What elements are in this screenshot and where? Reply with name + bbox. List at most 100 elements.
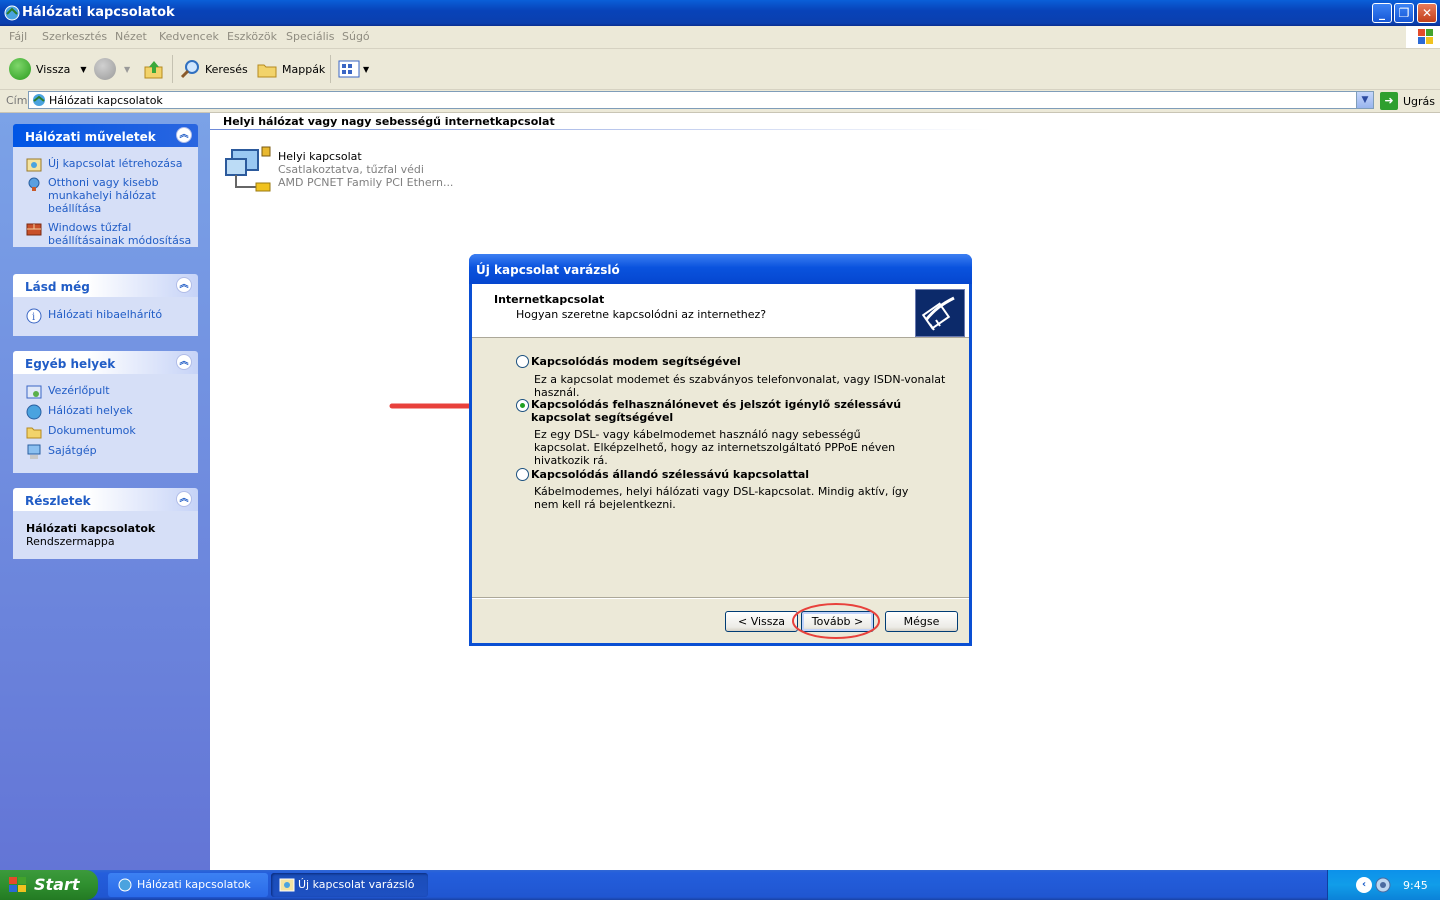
- maximize-button[interactable]: ❐: [1394, 3, 1414, 23]
- back-button[interactable]: Vissza ▼: [9, 57, 86, 81]
- back-arrow-icon: [9, 58, 31, 80]
- control-panel-icon: [26, 385, 42, 399]
- network-places-link[interactable]: Hálózati helyek: [13, 404, 198, 420]
- menu-advanced[interactable]: Speciális: [286, 30, 334, 43]
- chevron-down-icon[interactable]: ▼: [80, 65, 86, 74]
- option-modem-label[interactable]: Kapcsolódás modem segítségével: [531, 355, 741, 368]
- connection-device: AMD PCNET Family PCI Ethern...: [278, 176, 454, 189]
- details-panel: Részletek ︽ Hálózati kapcsolatok Rendsze…: [13, 488, 198, 559]
- close-button[interactable]: ✕: [1417, 3, 1437, 23]
- see-also-header[interactable]: Lásd még ︽: [13, 274, 198, 297]
- annotation-highlight-ellipse: [792, 603, 880, 639]
- firewall-settings-link[interactable]: Windows tűzfal beállításainak módosítása: [13, 221, 198, 247]
- network-places-icon: [26, 404, 42, 420]
- back-button[interactable]: < Vissza: [725, 611, 798, 632]
- radio-modem[interactable]: [516, 355, 529, 368]
- folders-button[interactable]: Mappák: [256, 57, 325, 81]
- collapse-chevron-icon[interactable]: ︽: [176, 127, 192, 143]
- task-pane: Hálózati műveletek ︽ Új kapcsolat létreh…: [0, 113, 210, 870]
- collapse-chevron-icon[interactable]: ︽: [176, 277, 192, 293]
- details-header[interactable]: Részletek ︽: [13, 488, 198, 511]
- connection-status: Csatlakoztatva, tűzfal védi: [278, 163, 424, 176]
- window-title: Hálózati kapcsolatok: [22, 5, 175, 20]
- details-name: Hálózati kapcsolatok: [26, 522, 156, 535]
- clock: 9:45: [1403, 879, 1428, 892]
- wizard-icon: [279, 878, 295, 892]
- task-new-connection-wizard[interactable]: Új kapcsolat varázsló: [271, 873, 428, 897]
- local-connection-item[interactable]: Helyi kapcsolat Csatlakoztatva, tűzfal v…: [224, 145, 454, 193]
- chevron-down-icon[interactable]: ▼: [363, 65, 369, 74]
- search-button[interactable]: Keresés: [179, 57, 248, 81]
- menu-help[interactable]: Súgó: [342, 30, 370, 43]
- option-always-on-desc: Kábelmodemes, helyi hálózati vagy DSL-ka…: [534, 485, 909, 511]
- new-connection-wizard-dialog: Új kapcsolat varázsló Internetkapcsolat …: [469, 254, 972, 646]
- group-header: Helyi hálózat vagy nagy sebességű intern…: [223, 115, 555, 128]
- dialog-title-bar[interactable]: Új kapcsolat varázsló: [469, 254, 972, 284]
- address-label: Cím: [6, 94, 28, 107]
- documents-link[interactable]: Dokumentumok: [13, 424, 198, 439]
- address-value: Hálózati kapcsolatok: [49, 94, 163, 107]
- radio-broadband-login[interactable]: [516, 399, 529, 412]
- network-tasks-header[interactable]: Hálózati műveletek ︽: [13, 124, 198, 147]
- system-tray: ‹ 9:45: [1327, 870, 1440, 900]
- start-button[interactable]: Start: [0, 870, 98, 900]
- network-tray-icon[interactable]: [1374, 876, 1392, 894]
- network-troubleshooter-link[interactable]: i Hálózati hibaelhárító: [13, 308, 198, 324]
- toolbar: Vissza ▼ ▼ Keresés Mappák ▼: [0, 49, 1440, 90]
- new-connection-link[interactable]: Új kapcsolat létrehozása: [13, 157, 198, 172]
- wizard-heading: Internetkapcsolat: [494, 293, 605, 306]
- menu-edit[interactable]: Szerkesztés: [42, 30, 107, 43]
- menu-file[interactable]: Fájl: [9, 30, 27, 43]
- wizard-subheading: Hogyan szeretne kapcsolódni az interneth…: [516, 308, 767, 321]
- windows-flag-icon: [9, 877, 26, 892]
- address-input[interactable]: Hálózati kapcsolatok ▼: [28, 91, 1374, 109]
- task-network-connections[interactable]: Hálózati kapcsolatok: [108, 873, 268, 897]
- home-network-setup-link[interactable]: Otthoni vagy kisebb munkahelyi hálózat b…: [13, 176, 198, 215]
- dialog-title: Új kapcsolat varázsló: [476, 263, 620, 277]
- wizard-header: Internetkapcsolat Hogyan szeretne kapcso…: [472, 284, 969, 338]
- dialog-body: Internetkapcsolat Hogyan szeretne kapcso…: [472, 284, 969, 643]
- option-always-on-label[interactable]: Kapcsolódás állandó szélessávú kapcsolat…: [531, 468, 809, 481]
- info-icon: i: [26, 308, 42, 324]
- option-broadband-login-label[interactable]: Kapcsolódás felhasználónevet és jelszót …: [531, 398, 911, 424]
- tray-expand-icon[interactable]: ‹: [1356, 877, 1372, 893]
- search-icon: [180, 60, 199, 79]
- option-modem-desc: Ez a kapcsolat modemet és szabványos tel…: [534, 373, 946, 399]
- network-tasks-panel: Hálózati műveletek ︽ Új kapcsolat létreh…: [13, 124, 198, 247]
- taskbar: Start Hálózati kapcsolatok Új kapcsolat …: [0, 870, 1440, 900]
- forward-button[interactable]: ▼: [94, 57, 130, 81]
- cancel-button[interactable]: Mégse: [885, 611, 958, 632]
- go-button[interactable]: ➜ Ugrás: [1380, 91, 1435, 111]
- folder-up-icon: [144, 61, 163, 79]
- svg-text:i: i: [32, 312, 35, 323]
- windows-logo-icon: [1406, 26, 1440, 48]
- menu-tools[interactable]: Eszközök: [227, 30, 277, 43]
- network-connections-icon: [4, 5, 20, 21]
- network-computer-icon: [225, 146, 271, 192]
- forward-arrow-icon: [94, 58, 116, 80]
- home-network-icon: [28, 177, 40, 191]
- network-connections-icon: [118, 878, 132, 892]
- radio-always-on[interactable]: [516, 468, 529, 481]
- up-folder-button[interactable]: [143, 57, 165, 81]
- collapse-chevron-icon[interactable]: ︽: [176, 491, 192, 507]
- group-divider: [210, 129, 990, 130]
- collapse-chevron-icon[interactable]: ︽: [176, 354, 192, 370]
- views-button[interactable]: ▼: [337, 57, 369, 81]
- window-title-bar[interactable]: Hálózati kapcsolatok _ ❐ ✕: [0, 0, 1440, 26]
- other-places-panel: Egyéb helyek ︽ Vezérlőpult Hálózati hely…: [13, 351, 198, 473]
- documents-folder-icon: [26, 427, 42, 439]
- control-panel-link[interactable]: Vezérlőpult: [13, 384, 198, 399]
- folder-icon: [257, 64, 277, 78]
- my-computer-link[interactable]: Sajátgép: [13, 444, 198, 459]
- computer-icon: [27, 444, 41, 459]
- network-connections-icon: [33, 94, 45, 106]
- network-cable-icon: [915, 289, 965, 337]
- menu-view[interactable]: Nézet: [115, 30, 147, 43]
- go-arrow-icon: ➜: [1380, 92, 1398, 110]
- address-dropdown-button[interactable]: ▼: [1356, 92, 1373, 108]
- menu-favorites[interactable]: Kedvencek: [159, 30, 219, 43]
- other-places-header[interactable]: Egyéb helyek ︽: [13, 351, 198, 374]
- minimize-button[interactable]: _: [1372, 3, 1392, 23]
- views-icon: [338, 60, 360, 78]
